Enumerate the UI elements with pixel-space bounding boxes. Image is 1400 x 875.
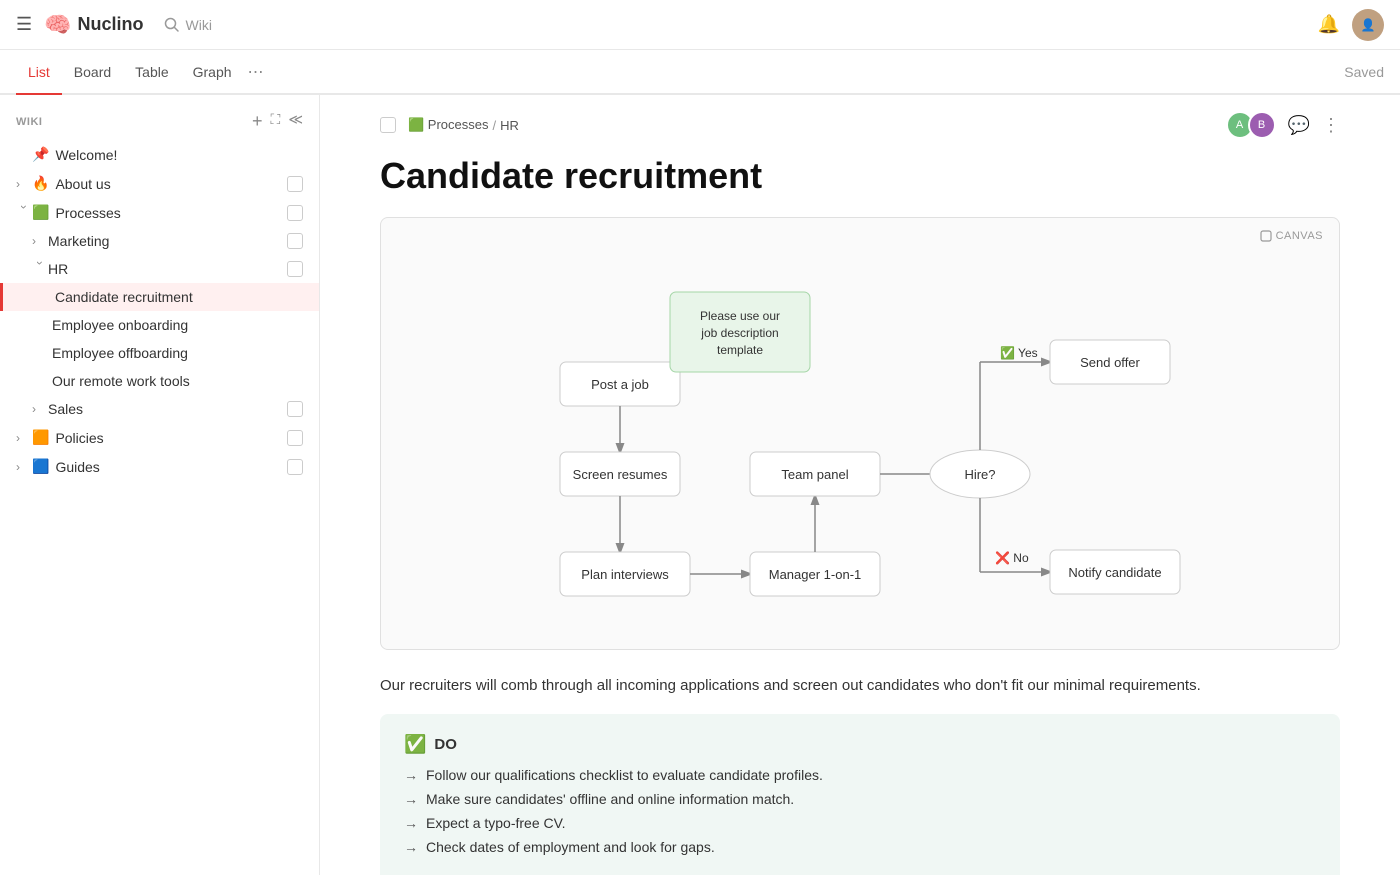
search-label: Wiki	[186, 17, 212, 33]
hr-checkbox[interactable]	[287, 261, 303, 277]
do-check-icon: ✅	[404, 734, 426, 755]
sidebar-actions: + ⛶ ≪	[252, 111, 303, 132]
tab-board[interactable]: Board	[62, 50, 123, 95]
wiki-label: WIKI	[16, 116, 42, 128]
sidebar-item-remote-work[interactable]: Our remote work tools	[0, 367, 319, 395]
sidebar-item-guides[interactable]: › 🟦 Guides	[0, 452, 319, 481]
collapse-icon[interactable]: ≪	[288, 111, 303, 132]
sidebar-item-welcome[interactable]: 📌 Welcome!	[0, 140, 319, 169]
svg-text:Manager 1-on-1: Manager 1-on-1	[769, 567, 862, 582]
do-item-3: → Expect a typo-free CV.	[404, 815, 1316, 831]
sidebar-item-employee-offboarding[interactable]: Employee offboarding	[0, 339, 319, 367]
sidebar-item-employee-onboarding[interactable]: Employee onboarding	[0, 311, 319, 339]
svg-text:Plan interviews: Plan interviews	[581, 567, 669, 582]
processes-checkbox[interactable]	[287, 205, 303, 221]
sidebar-item-processes[interactable]: › 🟩 Processes	[0, 198, 319, 227]
sidebar-item-marketing[interactable]: › Marketing	[0, 227, 319, 255]
tab-graph[interactable]: Graph	[181, 50, 244, 95]
sidebar-item-candidate-recruitment[interactable]: Candidate recruitment	[0, 283, 319, 311]
logo-text: Nuclino	[78, 14, 144, 35]
svg-text:template: template	[717, 343, 763, 357]
comment-button[interactable]: 💬	[1288, 115, 1310, 136]
top-navigation: ☰ 🧠 Nuclino Wiki 🔔 👤	[0, 0, 1400, 50]
svg-text:Notify candidate: Notify candidate	[1068, 565, 1161, 580]
notification-icon[interactable]: 🔔	[1318, 14, 1340, 35]
svg-text:job description: job description	[700, 326, 778, 340]
more-options-button[interactable]: ⋮	[1322, 115, 1340, 136]
search-icon	[164, 17, 180, 33]
breadcrumb: 🟩 Processes / HR	[408, 117, 519, 133]
do-box: ✅ DO → Follow our qualifications checkli…	[380, 714, 1340, 875]
flowchart-container: CANVAS Post a job Please use our job des…	[380, 217, 1340, 650]
do-label: DO	[434, 736, 457, 753]
body-text: Our recruiters will comb through all inc…	[380, 674, 1340, 698]
sidebar-item-sales[interactable]: › Sales	[0, 395, 319, 423]
guides-checkbox[interactable]	[287, 459, 303, 475]
tab-more-button[interactable]: ⋯	[248, 62, 264, 82]
canvas-label: CANVAS	[1260, 230, 1323, 242]
flowchart-svg: Post a job Please use our job descriptio…	[405, 242, 1315, 622]
svg-text:✅ Yes: ✅ Yes	[1000, 346, 1038, 360]
sidebar-item-about-us[interactable]: › 🔥 About us	[0, 169, 319, 198]
add-icon[interactable]: +	[252, 111, 263, 132]
sidebar-item-hr[interactable]: › HR	[0, 255, 319, 283]
breadcrumb-hr[interactable]: HR	[500, 118, 519, 133]
page-checkbox[interactable]	[380, 117, 396, 133]
logo[interactable]: 🧠 Nuclino	[44, 12, 143, 38]
main-content: 🟩 Processes / HR A B 💬 ⋮ Candidate recru…	[320, 95, 1400, 875]
collaborators-avatars: A B	[1226, 111, 1276, 139]
do-item-4: → Check dates of employment and look for…	[404, 839, 1316, 855]
svg-text:Hire?: Hire?	[964, 467, 995, 482]
logo-icon: 🧠	[44, 12, 71, 38]
sidebar-header: WIKI + ⛶ ≪	[0, 107, 319, 140]
content-body: Our recruiters will comb through all inc…	[320, 674, 1400, 875]
breadcrumb-processes[interactable]: 🟩 Processes	[408, 117, 489, 133]
marketing-checkbox[interactable]	[287, 233, 303, 249]
content-header: 🟩 Processes / HR A B 💬 ⋮	[320, 95, 1400, 147]
expand-icon[interactable]: ⛶	[271, 111, 281, 132]
canvas-icon	[1260, 230, 1272, 242]
user-avatar[interactable]: 👤	[1352, 9, 1384, 41]
tab-table[interactable]: Table	[123, 50, 180, 95]
main-layout: WIKI + ⛶ ≪ 📌 Welcome! › 🔥 About us › 🟩 P…	[0, 95, 1400, 875]
collaborator-avatar-2: B	[1248, 111, 1276, 139]
about-us-checkbox[interactable]	[287, 176, 303, 192]
post-job-node: Post a job	[591, 377, 649, 392]
svg-text:Please use our: Please use our	[700, 309, 780, 323]
nav-right: 🔔 👤	[1318, 9, 1384, 41]
sidebar: WIKI + ⛶ ≪ 📌 Welcome! › 🔥 About us › 🟩 P…	[0, 95, 320, 875]
view-tabs: List Board Table Graph ⋯ Saved	[0, 50, 1400, 95]
do-header: ✅ DO	[404, 734, 1316, 755]
page-title: Candidate recruitment	[320, 147, 1400, 217]
policies-checkbox[interactable]	[287, 430, 303, 446]
tab-list[interactable]: List	[16, 50, 62, 95]
saved-label: Saved	[1344, 64, 1384, 80]
svg-text:Send offer: Send offer	[1080, 355, 1140, 370]
sidebar-item-policies[interactable]: › 🟧 Policies	[0, 423, 319, 452]
content-top-right: A B 💬 ⋮	[1226, 111, 1340, 139]
svg-text:Screen resumes: Screen resumes	[573, 467, 668, 482]
do-item-2: → Make sure candidates' offline and onli…	[404, 791, 1316, 807]
svg-text:Team panel: Team panel	[781, 467, 848, 482]
search-bar[interactable]: Wiki	[164, 17, 212, 33]
do-item-1: → Follow our qualifications checklist to…	[404, 767, 1316, 783]
svg-text:❌ No: ❌ No	[995, 551, 1029, 565]
hamburger-menu[interactable]: ☰	[16, 14, 32, 35]
sales-checkbox[interactable]	[287, 401, 303, 417]
